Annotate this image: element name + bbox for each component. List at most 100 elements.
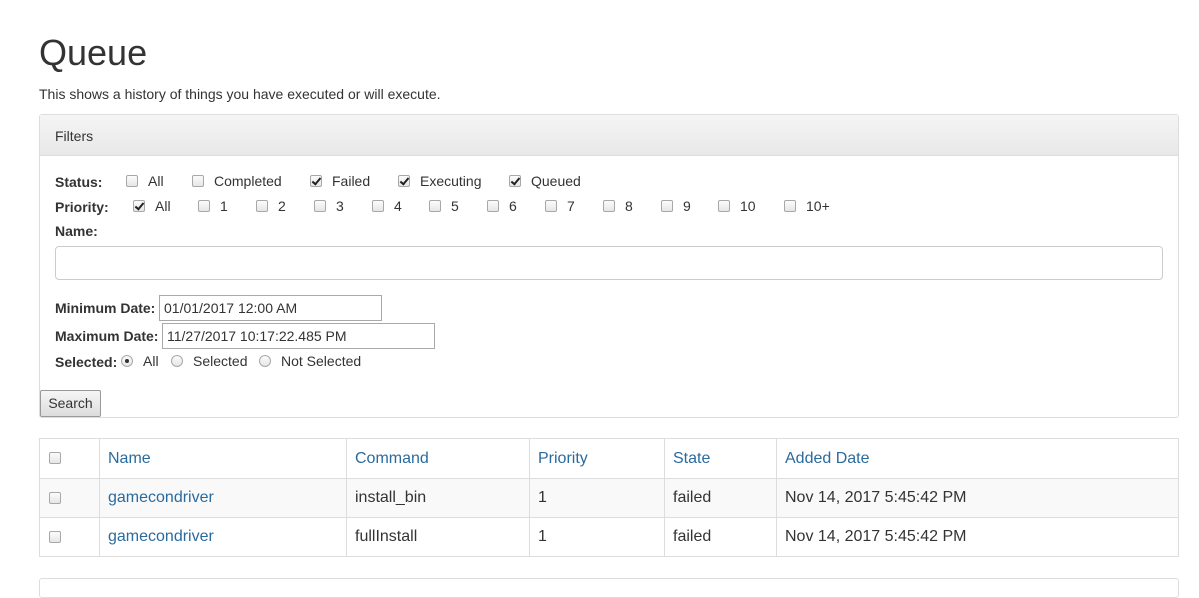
- search-button[interactable]: Search: [40, 390, 101, 417]
- row-added-date: Nov 14, 2017 5:45:42 PM: [776, 478, 1179, 518]
- selected-filter-row: Selected:: [55, 352, 117, 372]
- priority-9-checkbox[interactable]: 9: [661, 198, 691, 214]
- priority-3-label: 3: [336, 198, 344, 214]
- row-command: fullInstall: [346, 517, 530, 557]
- row-name-link[interactable]: gamecondriver: [99, 517, 347, 557]
- row-select-checkbox[interactable]: [49, 491, 61, 504]
- column-header-name[interactable]: Name: [99, 438, 347, 479]
- priority-2-label: 2: [278, 198, 286, 214]
- priority-10plus-label: 10+: [806, 198, 830, 214]
- priority-10plus-box[interactable]: [784, 200, 796, 212]
- priority-7-label: 7: [567, 198, 575, 214]
- priority-8-label: 8: [625, 198, 633, 214]
- min-date-input[interactable]: 01/01/2017 12:00 AM: [159, 295, 382, 321]
- status-completed-label: Completed: [214, 173, 282, 189]
- status-queued-label: Queued: [531, 173, 581, 189]
- select-all-checkbox[interactable]: [49, 452, 61, 465]
- page-title: Queue: [39, 32, 148, 73]
- priority-label: Priority:: [55, 199, 109, 215]
- status-executing-label: Executing: [420, 173, 482, 189]
- status-all-label: All: [148, 173, 164, 189]
- priority-all-checkbox[interactable]: All: [133, 198, 171, 214]
- name-label: Name:: [55, 223, 98, 239]
- row-added-date: Nov 14, 2017 5:45:42 PM: [776, 517, 1179, 557]
- filters-panel: Filters Status: All Completed Failed Exe…: [39, 114, 1179, 418]
- status-failed-label: Failed: [332, 173, 371, 189]
- row-select-cell: [39, 478, 100, 518]
- priority-7-box[interactable]: [545, 200, 557, 212]
- queue-table: Name Command Priority State Added Date g…: [39, 438, 1179, 557]
- filters-heading: Filters: [40, 115, 1178, 156]
- row-command: install_bin: [346, 478, 530, 518]
- column-header-command[interactable]: Command: [346, 438, 530, 479]
- column-header-state[interactable]: State: [664, 438, 777, 479]
- priority-2-box[interactable]: [256, 200, 268, 212]
- bottom-panel: [39, 578, 1179, 598]
- priority-5-label: 5: [451, 198, 459, 214]
- priority-all-box[interactable]: [133, 200, 145, 212]
- selected-selected-label: Selected: [193, 353, 248, 369]
- priority-10plus-checkbox[interactable]: 10+: [784, 198, 830, 214]
- priority-10-label: 10: [740, 198, 756, 214]
- priority-all-label: All: [155, 198, 171, 214]
- status-executing-checkbox[interactable]: Executing: [398, 173, 481, 189]
- selected-all-dot[interactable]: [121, 355, 133, 367]
- priority-5-box[interactable]: [429, 200, 441, 212]
- status-completed-checkbox[interactable]: Completed: [192, 173, 282, 189]
- column-header-added-date[interactable]: Added Date: [776, 438, 1179, 479]
- status-queued-checkbox[interactable]: Queued: [509, 173, 581, 189]
- priority-8-box[interactable]: [603, 200, 615, 212]
- row-state: failed: [664, 478, 777, 518]
- row-priority: 1: [529, 478, 665, 518]
- priority-10-checkbox[interactable]: 10: [718, 198, 756, 214]
- priority-4-checkbox[interactable]: 4: [372, 198, 402, 214]
- table-row: gamecondriver fullInstall 1 failed Nov 1…: [39, 517, 1179, 557]
- priority-1-label: 1: [220, 198, 228, 214]
- row-state: failed: [664, 517, 777, 557]
- row-select-checkbox[interactable]: [49, 530, 61, 543]
- priority-7-checkbox[interactable]: 7: [545, 198, 575, 214]
- page-subtitle: This shows a history of things you have …: [39, 86, 441, 102]
- column-header-priority[interactable]: Priority: [529, 438, 665, 479]
- selected-not-selected-dot[interactable]: [259, 355, 271, 367]
- max-date-label: Maximum Date:: [55, 328, 159, 344]
- priority-5-checkbox[interactable]: 5: [429, 198, 459, 214]
- name-input[interactable]: [55, 246, 1163, 280]
- priority-4-box[interactable]: [372, 200, 384, 212]
- max-date-row: Maximum Date:: [55, 326, 158, 346]
- status-failed-box[interactable]: [310, 175, 322, 187]
- priority-2-checkbox[interactable]: 2: [256, 198, 286, 214]
- row-name-link[interactable]: gamecondriver: [99, 478, 347, 518]
- name-filter-row: Name:: [55, 221, 98, 241]
- status-completed-box[interactable]: [192, 175, 204, 187]
- priority-1-checkbox[interactable]: 1: [198, 198, 228, 214]
- priority-3-box[interactable]: [314, 200, 326, 212]
- status-all-box[interactable]: [126, 175, 138, 187]
- priority-8-checkbox[interactable]: 8: [603, 198, 633, 214]
- status-all-checkbox[interactable]: All: [126, 173, 164, 189]
- priority-9-box[interactable]: [661, 200, 673, 212]
- selected-selected-dot[interactable]: [171, 355, 183, 367]
- min-date-row: Minimum Date:: [55, 298, 155, 318]
- priority-6-label: 6: [509, 198, 517, 214]
- status-executing-box[interactable]: [398, 175, 410, 187]
- priority-6-box[interactable]: [487, 200, 499, 212]
- max-date-input[interactable]: 11/27/2017 10:17:22.485 PM: [162, 323, 435, 349]
- priority-10-box[interactable]: [718, 200, 730, 212]
- selected-not-selected-radio[interactable]: Not Selected: [259, 353, 361, 369]
- table-row: gamecondriver install_bin 1 failed Nov 1…: [39, 478, 1179, 518]
- priority-3-checkbox[interactable]: 3: [314, 198, 344, 214]
- min-date-label: Minimum Date:: [55, 300, 156, 316]
- status-failed-checkbox[interactable]: Failed: [310, 173, 370, 189]
- priority-6-checkbox[interactable]: 6: [487, 198, 517, 214]
- status-label: Status:: [55, 174, 103, 190]
- priority-9-label: 9: [683, 198, 691, 214]
- table-header-row: Name Command Priority State Added Date: [39, 438, 1179, 479]
- selected-all-radio[interactable]: All: [121, 353, 159, 369]
- status-queued-box[interactable]: [509, 175, 521, 187]
- row-select-cell: [39, 517, 100, 557]
- selected-not-selected-label: Not Selected: [281, 353, 362, 369]
- selected-selected-radio[interactable]: Selected: [171, 353, 247, 369]
- selected-all-label: All: [143, 353, 159, 369]
- priority-1-box[interactable]: [198, 200, 210, 212]
